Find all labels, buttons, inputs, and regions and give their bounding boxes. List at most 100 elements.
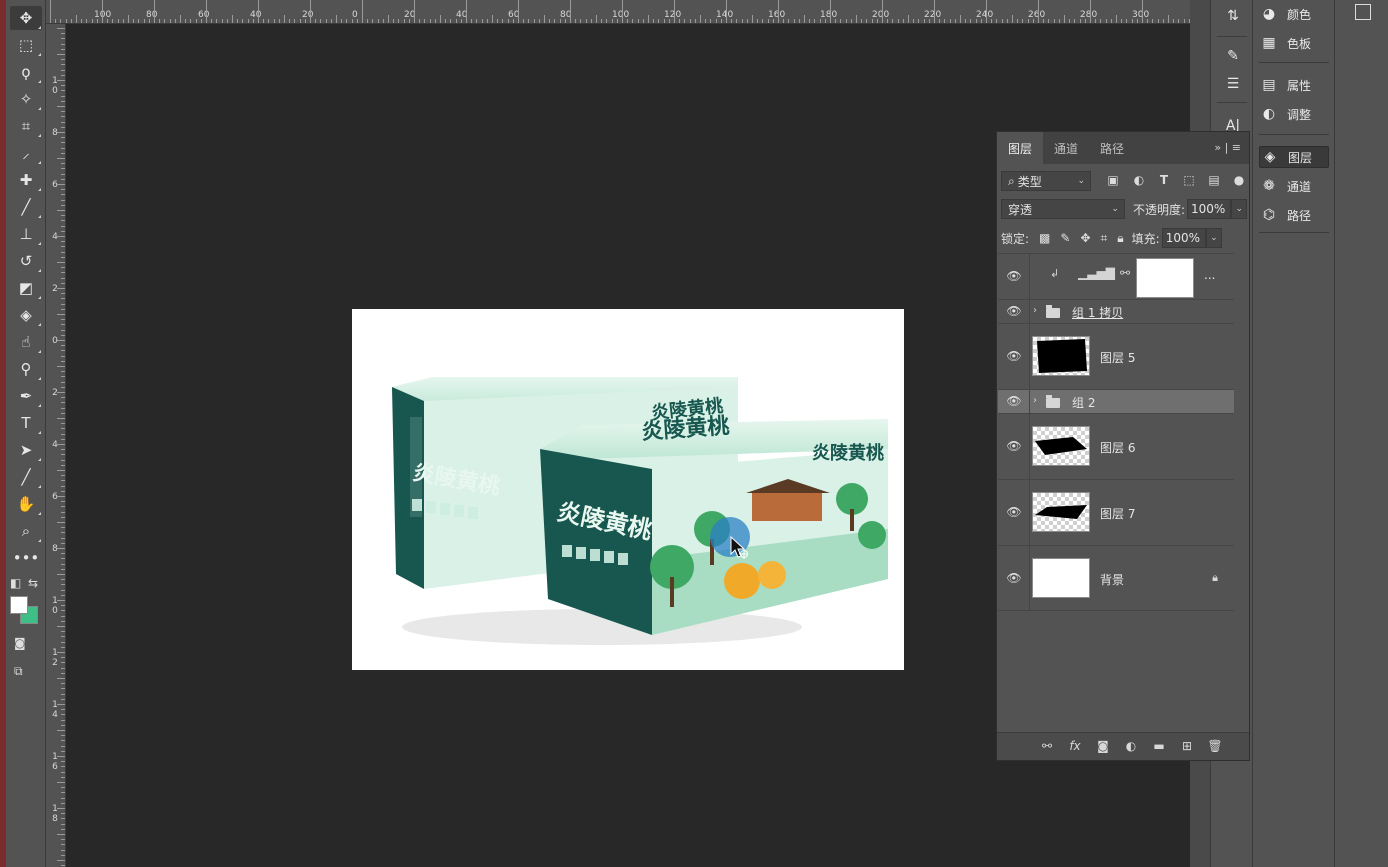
- ruler-tick: [497, 19, 499, 23]
- foreground-color-swatch[interactable]: [10, 596, 28, 614]
- pen-tool-icon[interactable]: ✒: [10, 384, 42, 408]
- vertical-ruler[interactable]: 10 8 6 4 2 0 2 4 6 8 10 12 14 16 18: [46, 24, 66, 867]
- opacity-dropdown-button[interactable]: ⌄: [1230, 199, 1247, 219]
- layer-group-row[interactable]: 👁︎ › 组 2: [998, 389, 1234, 413]
- ruler-tick: [61, 137, 65, 139]
- ruler-tick: [61, 428, 65, 430]
- filter-shape-icon[interactable]: ⬚: [1181, 173, 1197, 189]
- filter-type-icon[interactable]: T: [1156, 173, 1172, 189]
- chevron-right-icon[interactable]: ›: [1033, 395, 1037, 406]
- panel-shortcut-adjustments[interactable]: ◐ 调整: [1259, 103, 1329, 125]
- add-mask-icon[interactable]: ◙: [1095, 739, 1111, 755]
- lasso-tool-icon[interactable]: ϙ: [10, 60, 42, 84]
- filter-toggle-icon[interactable]: ●: [1231, 173, 1247, 189]
- hand-tool-icon[interactable]: ✋: [10, 492, 42, 516]
- opacity-input[interactable]: 100%: [1187, 199, 1231, 219]
- screen-mode-icon[interactable]: ⧉: [14, 664, 23, 679]
- history-icon[interactable]: ⇅: [1219, 4, 1247, 28]
- path-selection-tool-icon[interactable]: ➤: [10, 438, 42, 462]
- fx-icon[interactable]: fx: [1067, 739, 1083, 755]
- brush-settings-icon[interactable]: ✎: [1219, 44, 1247, 68]
- default-colors-icon[interactable]: ◧: [10, 576, 21, 590]
- visibility-eye-icon[interactable]: 👁︎: [1004, 571, 1024, 587]
- adjust-sliders-icon[interactable]: ☰: [1219, 72, 1247, 96]
- eyedropper-tool-icon[interactable]: ⸝: [10, 141, 42, 165]
- ruler-tick: [809, 19, 811, 23]
- ruler-tick: [57, 418, 65, 419]
- ruler-tick: [341, 19, 343, 23]
- visibility-eye-icon[interactable]: 👁︎: [1004, 304, 1024, 320]
- lock-position-icon[interactable]: ✥: [1080, 231, 1090, 245]
- lock-image-icon[interactable]: ✎: [1060, 231, 1070, 245]
- panel-shortcut-layers[interactable]: ◈ 图层: [1259, 146, 1329, 168]
- panel-shortcut-swatches[interactable]: ▦ 色板: [1259, 32, 1329, 54]
- tab-paths[interactable]: 路径: [1089, 132, 1135, 164]
- horizontal-ruler[interactable]: 1008060402002040608010012014016018020022…: [46, 0, 1190, 24]
- filter-smart-object-icon[interactable]: ▤: [1206, 173, 1222, 189]
- ruler-tick: [216, 19, 218, 23]
- layer-row-background[interactable]: 👁︎ 背景 🔒︎: [998, 545, 1234, 611]
- smudge-tool-icon[interactable]: ☝: [10, 330, 42, 354]
- layer-row[interactable]: 👁︎ ↲ ▁▃▅▇ ⚯ ...: [998, 253, 1234, 299]
- history-brush-tool-icon[interactable]: ↺: [10, 249, 42, 273]
- panel-menu-icon[interactable]: » | ≡: [1214, 141, 1241, 154]
- fill-dropdown-button[interactable]: ⌄: [1205, 228, 1222, 248]
- panel-shortcut-channels[interactable]: ❁ 通道: [1259, 175, 1329, 197]
- ruler-tick: [419, 19, 421, 23]
- visibility-eye-icon[interactable]: 👁︎: [1004, 269, 1024, 285]
- clone-stamp-tool-icon[interactable]: ⊥: [10, 222, 42, 246]
- tab-layers[interactable]: 图层: [997, 132, 1044, 164]
- zoom-tool-icon[interactable]: ⌕: [10, 519, 42, 543]
- healing-brush-tool-icon[interactable]: ✚: [10, 168, 42, 192]
- ruler-tick: [57, 366, 65, 367]
- visibility-eye-icon[interactable]: 👁︎: [1004, 349, 1024, 365]
- ruler-tick: [325, 19, 327, 23]
- paint-bucket-tool-icon[interactable]: ◈: [10, 303, 42, 327]
- more-tools-icon[interactable]: •••: [10, 546, 42, 570]
- tab-channels[interactable]: 通道: [1043, 132, 1089, 164]
- crop-tool-icon[interactable]: ⌗: [10, 114, 42, 138]
- lock-transparent-icon[interactable]: ▩: [1039, 231, 1050, 245]
- filter-pixel-icon[interactable]: ▣: [1105, 173, 1121, 189]
- filter-kind-dropdown[interactable]: ⌕ 类型 ⌄: [1001, 171, 1091, 191]
- fill-input[interactable]: 100%: [1161, 228, 1206, 248]
- ruler-tick: [887, 19, 889, 23]
- visibility-eye-icon[interactable]: 👁︎: [1004, 394, 1024, 410]
- dodge-tool-icon[interactable]: ⚲: [10, 357, 42, 381]
- libraries-icon[interactable]: [1355, 4, 1371, 20]
- blend-mode-dropdown[interactable]: 穿透 ⌄: [1001, 199, 1125, 219]
- type-tool-icon[interactable]: T: [10, 411, 42, 435]
- magic-wand-tool-icon[interactable]: ✧: [10, 87, 42, 111]
- fill-value: 100%: [1165, 231, 1201, 245]
- document-canvas[interactable]: 炎陵黄桃 炎陵黄桃 炎陵黄桃 炎陵黄桃 炎陵黄桃: [352, 309, 904, 670]
- link-layers-icon[interactable]: ⚯: [1039, 739, 1055, 755]
- new-layer-icon[interactable]: ⊞: [1179, 739, 1195, 755]
- panel-shortcut-palette[interactable]: ◕ 颜色: [1259, 3, 1329, 25]
- ruler-tick: [81, 19, 83, 23]
- new-adjustment-icon[interactable]: ◐: [1123, 739, 1139, 755]
- layer-row[interactable]: 👁︎ 图层 7: [998, 479, 1234, 545]
- swap-colors-icon[interactable]: ⇆: [28, 576, 38, 590]
- layer-row[interactable]: 👁︎ 图层 6: [998, 413, 1234, 479]
- chevron-right-icon[interactable]: ›: [1033, 305, 1037, 316]
- layer-group-row[interactable]: 👁︎ › 组 1 拷贝: [998, 299, 1234, 323]
- new-group-icon[interactable]: ▬: [1151, 739, 1167, 755]
- move-tool-icon[interactable]: ✥: [10, 6, 42, 30]
- panel-shortcut-properties[interactable]: ▤ 属性: [1259, 74, 1329, 96]
- eraser-tool-icon[interactable]: ◩: [10, 276, 42, 300]
- brush-tool-icon[interactable]: ╱: [10, 195, 42, 219]
- panel-shortcut-paths[interactable]: ⌬ 路径: [1259, 204, 1329, 226]
- line-tool-icon[interactable]: ╱: [10, 465, 42, 489]
- delete-layer-icon[interactable]: 🗑︎: [1207, 739, 1223, 755]
- layer-row[interactable]: 👁︎ 图层 5: [998, 323, 1234, 389]
- lock-all-icon[interactable]: 🔒︎: [1117, 231, 1123, 246]
- ruler-tick: [1064, 15, 1065, 23]
- visibility-eye-icon[interactable]: 👁︎: [1004, 439, 1024, 455]
- rectangular-marquee-tool-icon[interactable]: ⬚: [10, 33, 42, 57]
- visibility-eye-icon[interactable]: 👁︎: [1004, 505, 1024, 521]
- filter-adjustment-icon[interactable]: ◐: [1131, 173, 1147, 189]
- ruler-tick: [57, 340, 65, 341]
- lock-artboard-icon[interactable]: ⌗: [1101, 231, 1108, 246]
- ruler-tick: [55, 19, 57, 23]
- quick-mask-icon[interactable]: ◙: [14, 636, 26, 650]
